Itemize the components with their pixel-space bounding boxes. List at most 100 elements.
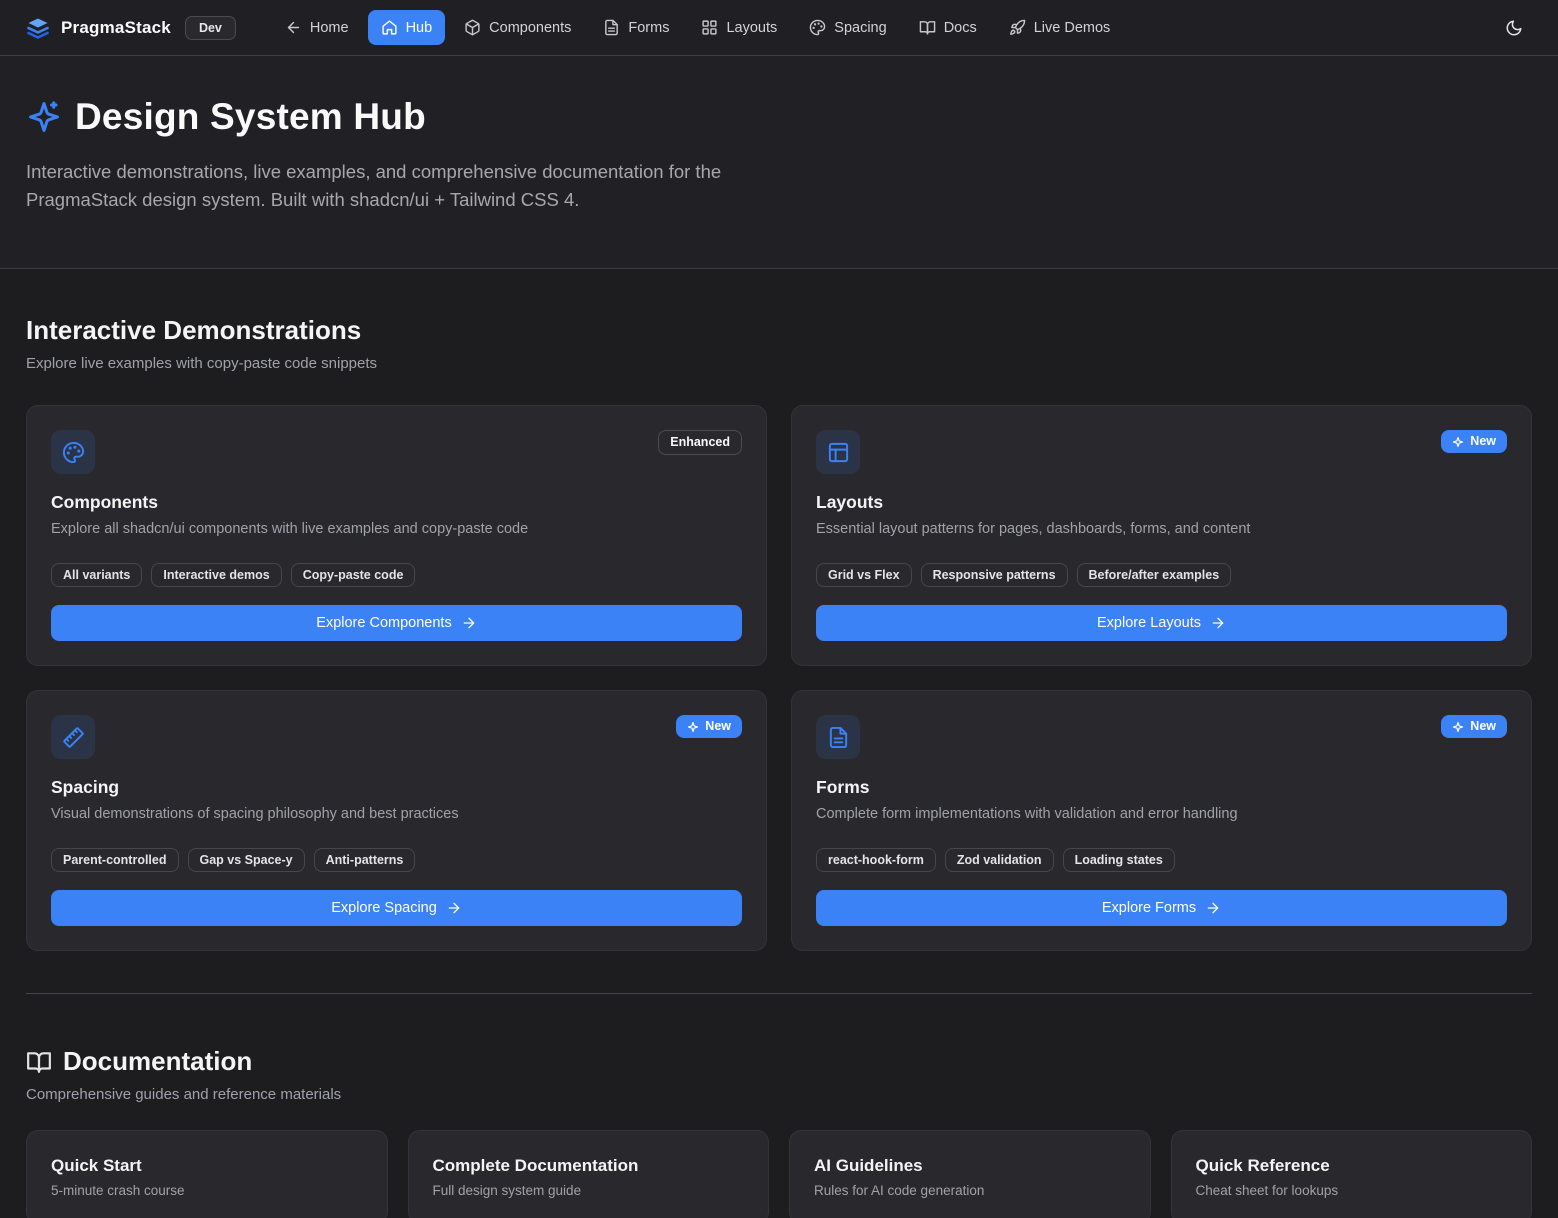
nav-item-live-demos[interactable]: Live Demos	[996, 10, 1124, 45]
tag: Anti-patterns	[314, 848, 416, 872]
card-title: Layouts	[816, 492, 1507, 513]
tag-row: Parent-controlled Gap vs Space-y Anti-pa…	[51, 848, 742, 872]
layout-grid-icon	[701, 19, 718, 36]
doc-card-ai-guidelines[interactable]: AI Guidelines Rules for AI code generati…	[789, 1130, 1151, 1218]
doc-card-grid: Quick Start 5-minute crash course Comple…	[26, 1130, 1532, 1218]
tag: react-hook-form	[816, 848, 936, 872]
doc-card-description: Full design system guide	[433, 1183, 745, 1198]
explore-spacing-button[interactable]: Explore Spacing	[51, 890, 742, 926]
nav-item-components[interactable]: Components	[451, 10, 584, 45]
docs-title: Documentation	[63, 1046, 252, 1077]
badge-label: New	[1470, 719, 1496, 734]
card-title: Forms	[816, 777, 1507, 798]
tag: Parent-controlled	[51, 848, 179, 872]
sparkles-icon	[1452, 436, 1464, 448]
nav-item-spacing[interactable]: Spacing	[796, 10, 899, 45]
button-label: Explore Forms	[1102, 900, 1196, 916]
demo-card-layouts: New Layouts Essential layout patterns fo…	[791, 405, 1532, 666]
arrow-right-icon	[446, 900, 462, 916]
sparkles-icon	[1452, 721, 1464, 733]
nav-item-layouts[interactable]: Layouts	[688, 10, 790, 45]
demos-section-head: Interactive Demonstrations Explore live …	[26, 315, 1532, 372]
sparkles-icon	[687, 721, 699, 733]
demos-title: Interactive Demonstrations	[26, 315, 1532, 346]
tag: Loading states	[1063, 848, 1175, 872]
ruler-icon	[51, 715, 95, 759]
section-divider	[26, 993, 1532, 994]
demo-card-components: Enhanced Components Explore all shadcn/u…	[26, 405, 767, 666]
palette-icon	[809, 19, 826, 36]
button-label: Explore Components	[316, 615, 451, 631]
palette-icon	[51, 430, 95, 474]
explore-forms-button[interactable]: Explore Forms	[816, 890, 1507, 926]
tag-row: react-hook-form Zod validation Loading s…	[816, 848, 1507, 872]
theme-toggle-button[interactable]	[1496, 10, 1532, 46]
nav-item-label: Docs	[944, 20, 977, 36]
tag: Grid vs Flex	[816, 563, 912, 587]
file-text-icon	[816, 715, 860, 759]
card-description: Essential layout patterns for pages, das…	[816, 519, 1507, 539]
book-open-icon	[26, 1049, 52, 1075]
main-nav: Home Hub Components Forms	[272, 10, 1123, 45]
main-content: Interactive Demonstrations Explore live …	[0, 315, 1558, 1218]
arrow-right-icon	[461, 615, 477, 631]
rocket-icon	[1009, 19, 1026, 36]
tag-row: All variants Interactive demos Copy-past…	[51, 563, 742, 587]
card-title: Components	[51, 492, 742, 513]
tag: Responsive patterns	[921, 563, 1068, 587]
brand-name[interactable]: PragmaStack	[61, 18, 171, 38]
nav-item-label: Live Demos	[1034, 20, 1111, 36]
moon-icon	[1505, 19, 1523, 37]
demo-card-spacing: New Spacing Visual demonstrations of spa…	[26, 690, 767, 951]
docs-section-head: Documentation Comprehensive guides and r…	[26, 1046, 1532, 1103]
badge-label: New	[1470, 434, 1496, 449]
button-label: Explore Layouts	[1097, 615, 1201, 631]
badge-label: New	[705, 719, 731, 734]
page-description: Interactive demonstrations, live example…	[26, 158, 771, 214]
docs-subtitle: Comprehensive guides and reference mater…	[26, 1086, 1532, 1103]
doc-card-quick-reference[interactable]: Quick Reference Cheat sheet for lookups	[1171, 1130, 1533, 1218]
nav-item-forms[interactable]: Forms	[590, 10, 682, 45]
doc-card-quick-start[interactable]: Quick Start 5-minute crash course	[26, 1130, 388, 1218]
card-description: Complete form implementations with valid…	[816, 804, 1507, 824]
hero-section: Design System Hub Interactive demonstrat…	[0, 56, 1558, 269]
enhanced-badge: Enhanced	[658, 430, 742, 455]
doc-card-complete-documentation[interactable]: Complete Documentation Full design syste…	[408, 1130, 770, 1218]
tag: All variants	[51, 563, 142, 587]
file-text-icon	[603, 19, 620, 36]
home-icon	[381, 19, 398, 36]
tag-row: Grid vs Flex Responsive patterns Before/…	[816, 563, 1507, 587]
layers-logo-icon[interactable]	[26, 16, 50, 40]
nav-item-label: Forms	[628, 20, 669, 36]
new-badge: New	[1441, 430, 1507, 453]
nav-item-home[interactable]: Home	[272, 10, 362, 45]
doc-card-title: AI Guidelines	[814, 1156, 1126, 1176]
card-title: Spacing	[51, 777, 742, 798]
nav-item-label: Home	[310, 20, 349, 36]
demo-card-forms: New Forms Complete form implementations …	[791, 690, 1532, 951]
doc-card-title: Quick Start	[51, 1156, 363, 1176]
card-description: Visual demonstrations of spacing philoso…	[51, 804, 742, 824]
tag: Before/after examples	[1077, 563, 1232, 587]
navbar: PragmaStack Dev Home Hub Components	[0, 0, 1558, 56]
doc-card-description: 5-minute crash course	[51, 1183, 363, 1198]
button-label: Explore Spacing	[331, 900, 437, 916]
demos-subtitle: Explore live examples with copy-paste co…	[26, 355, 1532, 372]
tag: Zod validation	[945, 848, 1054, 872]
doc-card-description: Cheat sheet for lookups	[1196, 1183, 1508, 1198]
doc-card-description: Rules for AI code generation	[814, 1183, 1126, 1198]
tag: Copy-paste code	[291, 563, 416, 587]
new-badge: New	[1441, 715, 1507, 738]
nav-item-docs[interactable]: Docs	[906, 10, 990, 45]
explore-components-button[interactable]: Explore Components	[51, 605, 742, 641]
doc-card-title: Quick Reference	[1196, 1156, 1508, 1176]
explore-layouts-button[interactable]: Explore Layouts	[816, 605, 1507, 641]
book-open-icon	[919, 19, 936, 36]
doc-card-title: Complete Documentation	[433, 1156, 745, 1176]
tag: Interactive demos	[151, 563, 281, 587]
arrow-left-icon	[285, 19, 302, 36]
nav-item-label: Components	[489, 20, 571, 36]
nav-item-label: Spacing	[834, 20, 886, 36]
env-badge: Dev	[185, 16, 236, 40]
nav-item-hub[interactable]: Hub	[368, 10, 446, 45]
